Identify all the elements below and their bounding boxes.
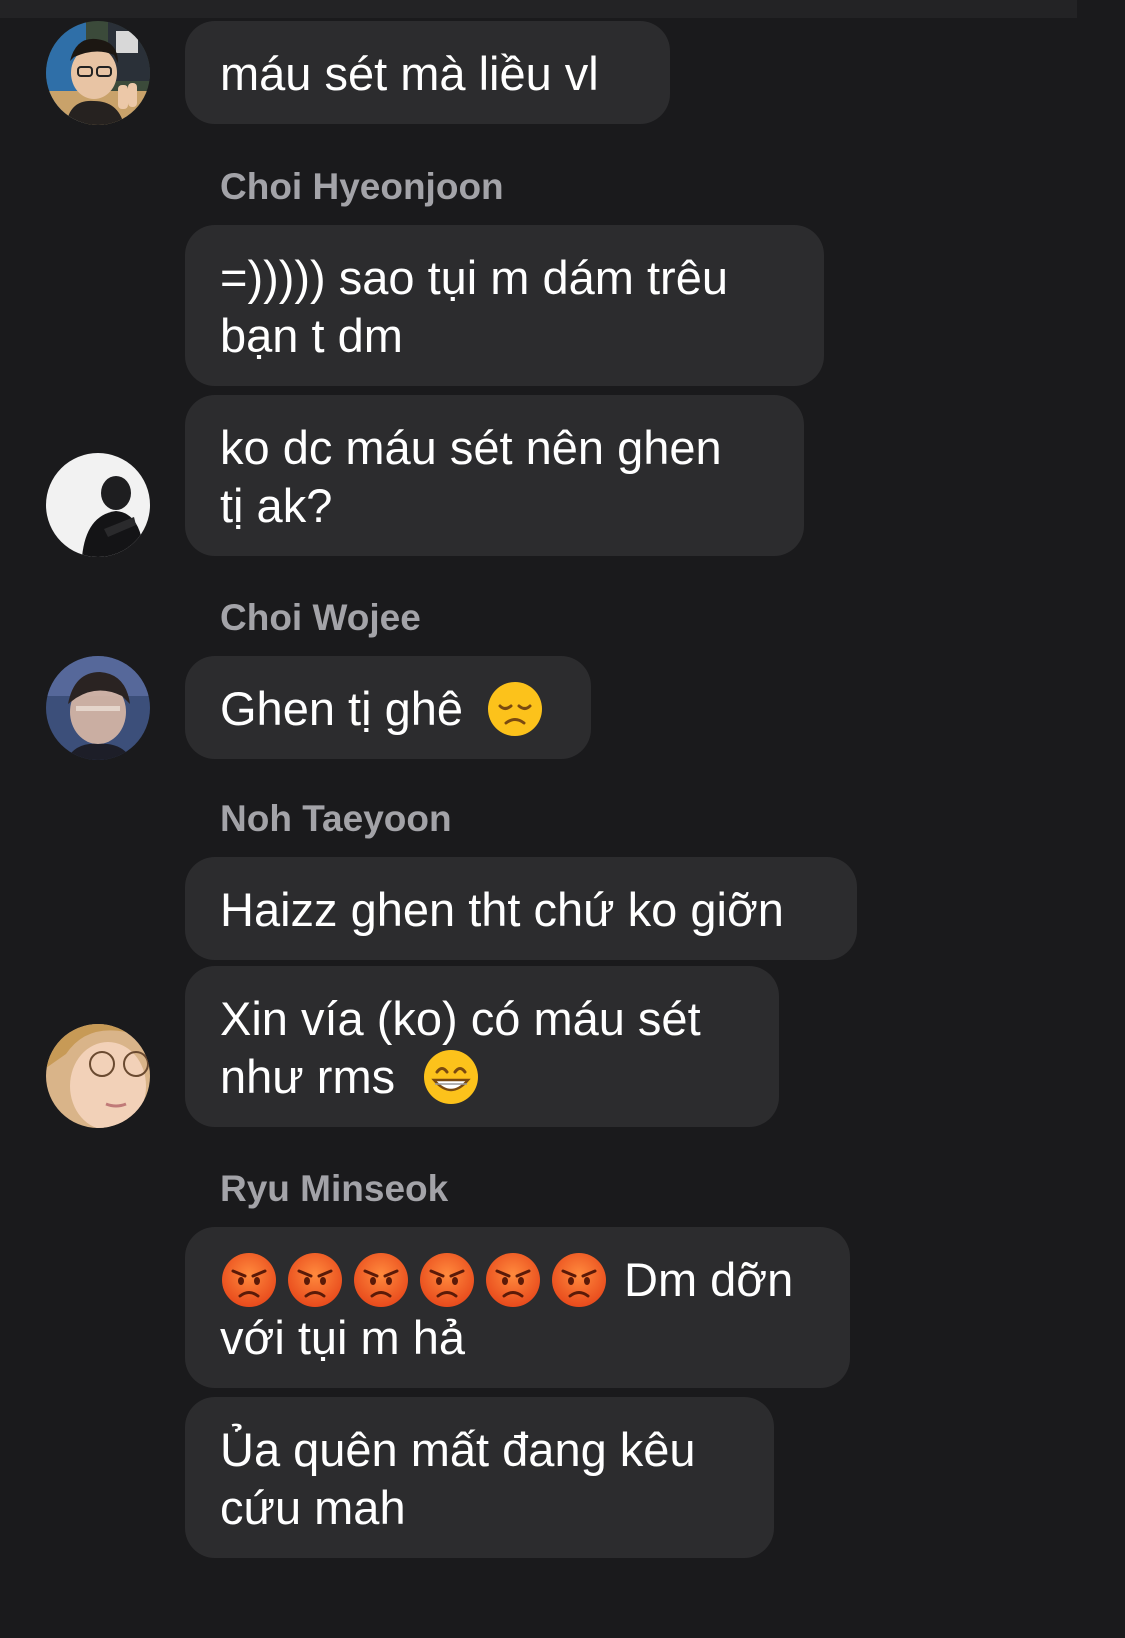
sender-name-choi-wojee: Choi Wojee bbox=[220, 597, 421, 638]
message-bubble-8[interactable]: Ủa quên mất đang kêu cứu mah bbox=[185, 1397, 774, 1558]
message-6-line-2: như rms bbox=[220, 1048, 743, 1106]
message-8-line-1: Ủa quên mất đang kêu bbox=[220, 1423, 696, 1476]
message-2-line-1: =))))) sao tụi m dám trêu bbox=[220, 251, 728, 304]
message-7-text: Dm dỡn bbox=[624, 1253, 794, 1306]
message-3-line-2: tị ak? bbox=[220, 479, 333, 532]
disappointed-face-icon bbox=[486, 680, 544, 738]
message-bubble-3[interactable]: ko dc máu sét nên ghen tị ak? bbox=[185, 395, 804, 556]
message-5-line-1: Haizz ghen tht chứ ko giỡn bbox=[220, 883, 784, 936]
pouting-face-icon bbox=[286, 1251, 344, 1309]
message-8-line-2: cứu mah bbox=[220, 1481, 406, 1534]
pouting-face-icon bbox=[220, 1251, 278, 1309]
grinning-face-icon bbox=[422, 1048, 480, 1106]
message-bubble-2[interactable]: =))))) sao tụi m dám trêu bạn t dm bbox=[185, 225, 824, 386]
sender-name-choi-hyeonjoon: Choi Hyeonjoon bbox=[220, 166, 504, 207]
message-2-line-2: bạn t dm bbox=[220, 309, 403, 362]
top-strip bbox=[0, 0, 1077, 18]
avatar-4[interactable] bbox=[46, 1024, 150, 1128]
message-7-line-1: Dm dỡn bbox=[220, 1251, 814, 1309]
message-3-line-1: ko dc máu sét nên ghen bbox=[220, 421, 722, 474]
sender-name-noh-taeyoon: Noh Taeyoon bbox=[220, 798, 452, 839]
sender-name-ryu-minseok: Ryu Minseok bbox=[220, 1168, 449, 1209]
message-bubble-5[interactable]: Haizz ghen tht chứ ko giỡn bbox=[185, 857, 857, 960]
message-bubble-1[interactable]: máu sét mà liều vl bbox=[185, 21, 670, 124]
message-4-line-1: Ghen tị ghê bbox=[220, 680, 555, 738]
avatar-3[interactable] bbox=[46, 656, 150, 760]
avatar-1[interactable] bbox=[46, 21, 150, 125]
pouting-face-icon bbox=[352, 1251, 410, 1309]
message-7-line-2: với tụi m hả bbox=[220, 1311, 466, 1364]
message-6-line-1: Xin vía (ko) có máu sét bbox=[220, 992, 701, 1045]
message-6-text: như rms bbox=[220, 1050, 396, 1103]
avatar-2[interactable] bbox=[46, 453, 150, 557]
pouting-face-row bbox=[220, 1251, 608, 1309]
message-bubble-6[interactable]: Xin vía (ko) có máu sét như rms bbox=[185, 966, 779, 1127]
message-bubble-7[interactable]: Dm dỡn với tụi m hả bbox=[185, 1227, 850, 1388]
message-bubble-4[interactable]: Ghen tị ghê bbox=[185, 656, 591, 759]
pouting-face-icon bbox=[484, 1251, 542, 1309]
pouting-face-icon bbox=[418, 1251, 476, 1309]
pouting-face-icon bbox=[550, 1251, 608, 1309]
message-1-line-1: máu sét mà liều vl bbox=[220, 47, 599, 100]
message-4-text: Ghen tị ghê bbox=[220, 682, 464, 735]
